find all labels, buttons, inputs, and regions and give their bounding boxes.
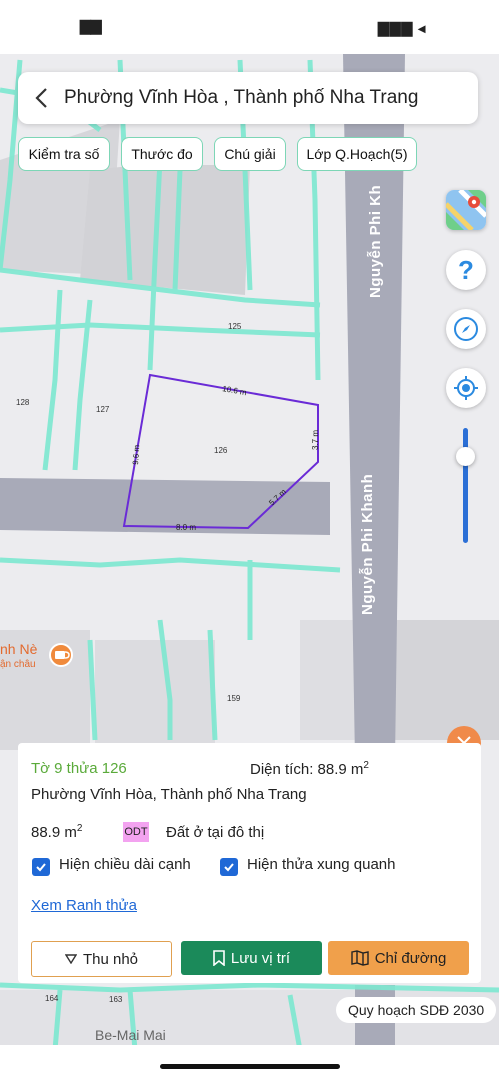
parcel-address: Phường Vĩnh Hòa, Thành phố Nha Trang [31, 786, 307, 803]
show-neighbors-label[interactable]: Hiện thửa xung quanh [247, 856, 395, 873]
street-label-bottom: Be-Mai Mai [95, 1027, 166, 1043]
bookmark-icon [213, 950, 225, 966]
zoom-slider-handle[interactable] [456, 447, 475, 466]
land-area-value: 88.9 m [31, 824, 77, 841]
check-number-button[interactable]: Kiểm tra số [18, 137, 110, 171]
parcel-label-125: 125 [228, 322, 242, 331]
triangle-down-icon [64, 954, 77, 964]
show-edges-label[interactable]: Hiện chiều dài cạnh [59, 856, 191, 873]
checkmark-icon [224, 863, 234, 872]
edge-label-bottom: 8.0 m [176, 523, 196, 532]
ruler-button[interactable]: Thước đo [121, 137, 203, 171]
edge-label-right: 3.7 m [311, 430, 320, 450]
street-label-top: Nguyễn Phi Kh [367, 185, 384, 298]
parcel-area: Diện tích: 88.9 m2 [250, 760, 369, 778]
parcel-area-unit-sup: 2 [363, 760, 369, 771]
cafe-poi-icon[interactable] [49, 643, 73, 667]
save-location-label: Lưu vị trí [230, 949, 291, 967]
status-icons: ▇▇▇ ◂ [378, 20, 427, 36]
my-location-button[interactable] [446, 368, 486, 408]
parcel-label-127: 127 [96, 405, 110, 414]
land-type: Đất ở tại đô thị [166, 824, 265, 841]
collapse-button-label: Thu nhỏ [82, 950, 139, 968]
map-layers-icon [446, 190, 486, 230]
home-indicator[interactable] [160, 1064, 340, 1069]
show-edges-checkbox[interactable] [32, 858, 50, 876]
compass-icon [454, 317, 478, 341]
edge-label-left: 9.6 m [131, 444, 141, 465]
parcel-label-164: 164 [45, 994, 59, 1003]
land-area-unit-sup: 2 [76, 823, 83, 834]
help-button[interactable]: ? [446, 250, 486, 290]
parcel-id: Tờ 9 thửa 126 [31, 760, 127, 777]
planning-layer-button[interactable]: Lớp Q.Hoạch(5) [297, 137, 417, 171]
parcel-label-163: 163 [109, 995, 123, 1004]
zoom-slider-track[interactable] [463, 428, 468, 543]
view-boundary-link[interactable]: Xem Ranh thửa [31, 897, 137, 914]
parcel-label-128: 128 [16, 398, 30, 407]
checkmark-icon [36, 863, 46, 872]
back-button[interactable] [18, 72, 64, 124]
poi-subtitle: ận châu [0, 659, 36, 670]
parcel-area-value: Diện tích: 88.9 m [250, 761, 364, 778]
legend-button[interactable]: Chú giải [214, 137, 286, 171]
bottom-bar [0, 1045, 499, 1080]
parcel-label-159: 159 [227, 694, 241, 703]
status-time: ▇▇ [80, 18, 102, 34]
land-area: 88.9 m2 [31, 823, 82, 841]
directions-label: Chỉ đường [374, 949, 447, 967]
chevron-left-icon [35, 88, 47, 108]
collapse-button[interactable]: Thu nhỏ [31, 941, 172, 977]
compass-button[interactable] [446, 309, 486, 349]
map-icon [351, 950, 369, 966]
directions-button[interactable]: Chỉ đường [328, 941, 469, 975]
street-label-main: Nguyễn Phi Khanh [359, 474, 376, 615]
crosshair-icon [454, 376, 478, 400]
map-type-button[interactable] [446, 190, 486, 230]
help-icon: ? [458, 254, 474, 285]
location-title: Phường Vĩnh Hòa , Thành phố Nha Trang [64, 87, 419, 108]
planning-year-badge[interactable]: Quy hoạch SDĐ 2030 [336, 997, 497, 1023]
save-location-button[interactable]: Lưu vị trí [181, 941, 322, 975]
parcel-label-126: 126 [214, 446, 228, 455]
poi-name: nh Nè [0, 641, 38, 657]
show-neighbors-checkbox[interactable] [220, 858, 238, 876]
location-header: Phường Vĩnh Hòa , Thành phố Nha Trang [18, 72, 478, 124]
land-code-badge: ODT [123, 822, 149, 842]
